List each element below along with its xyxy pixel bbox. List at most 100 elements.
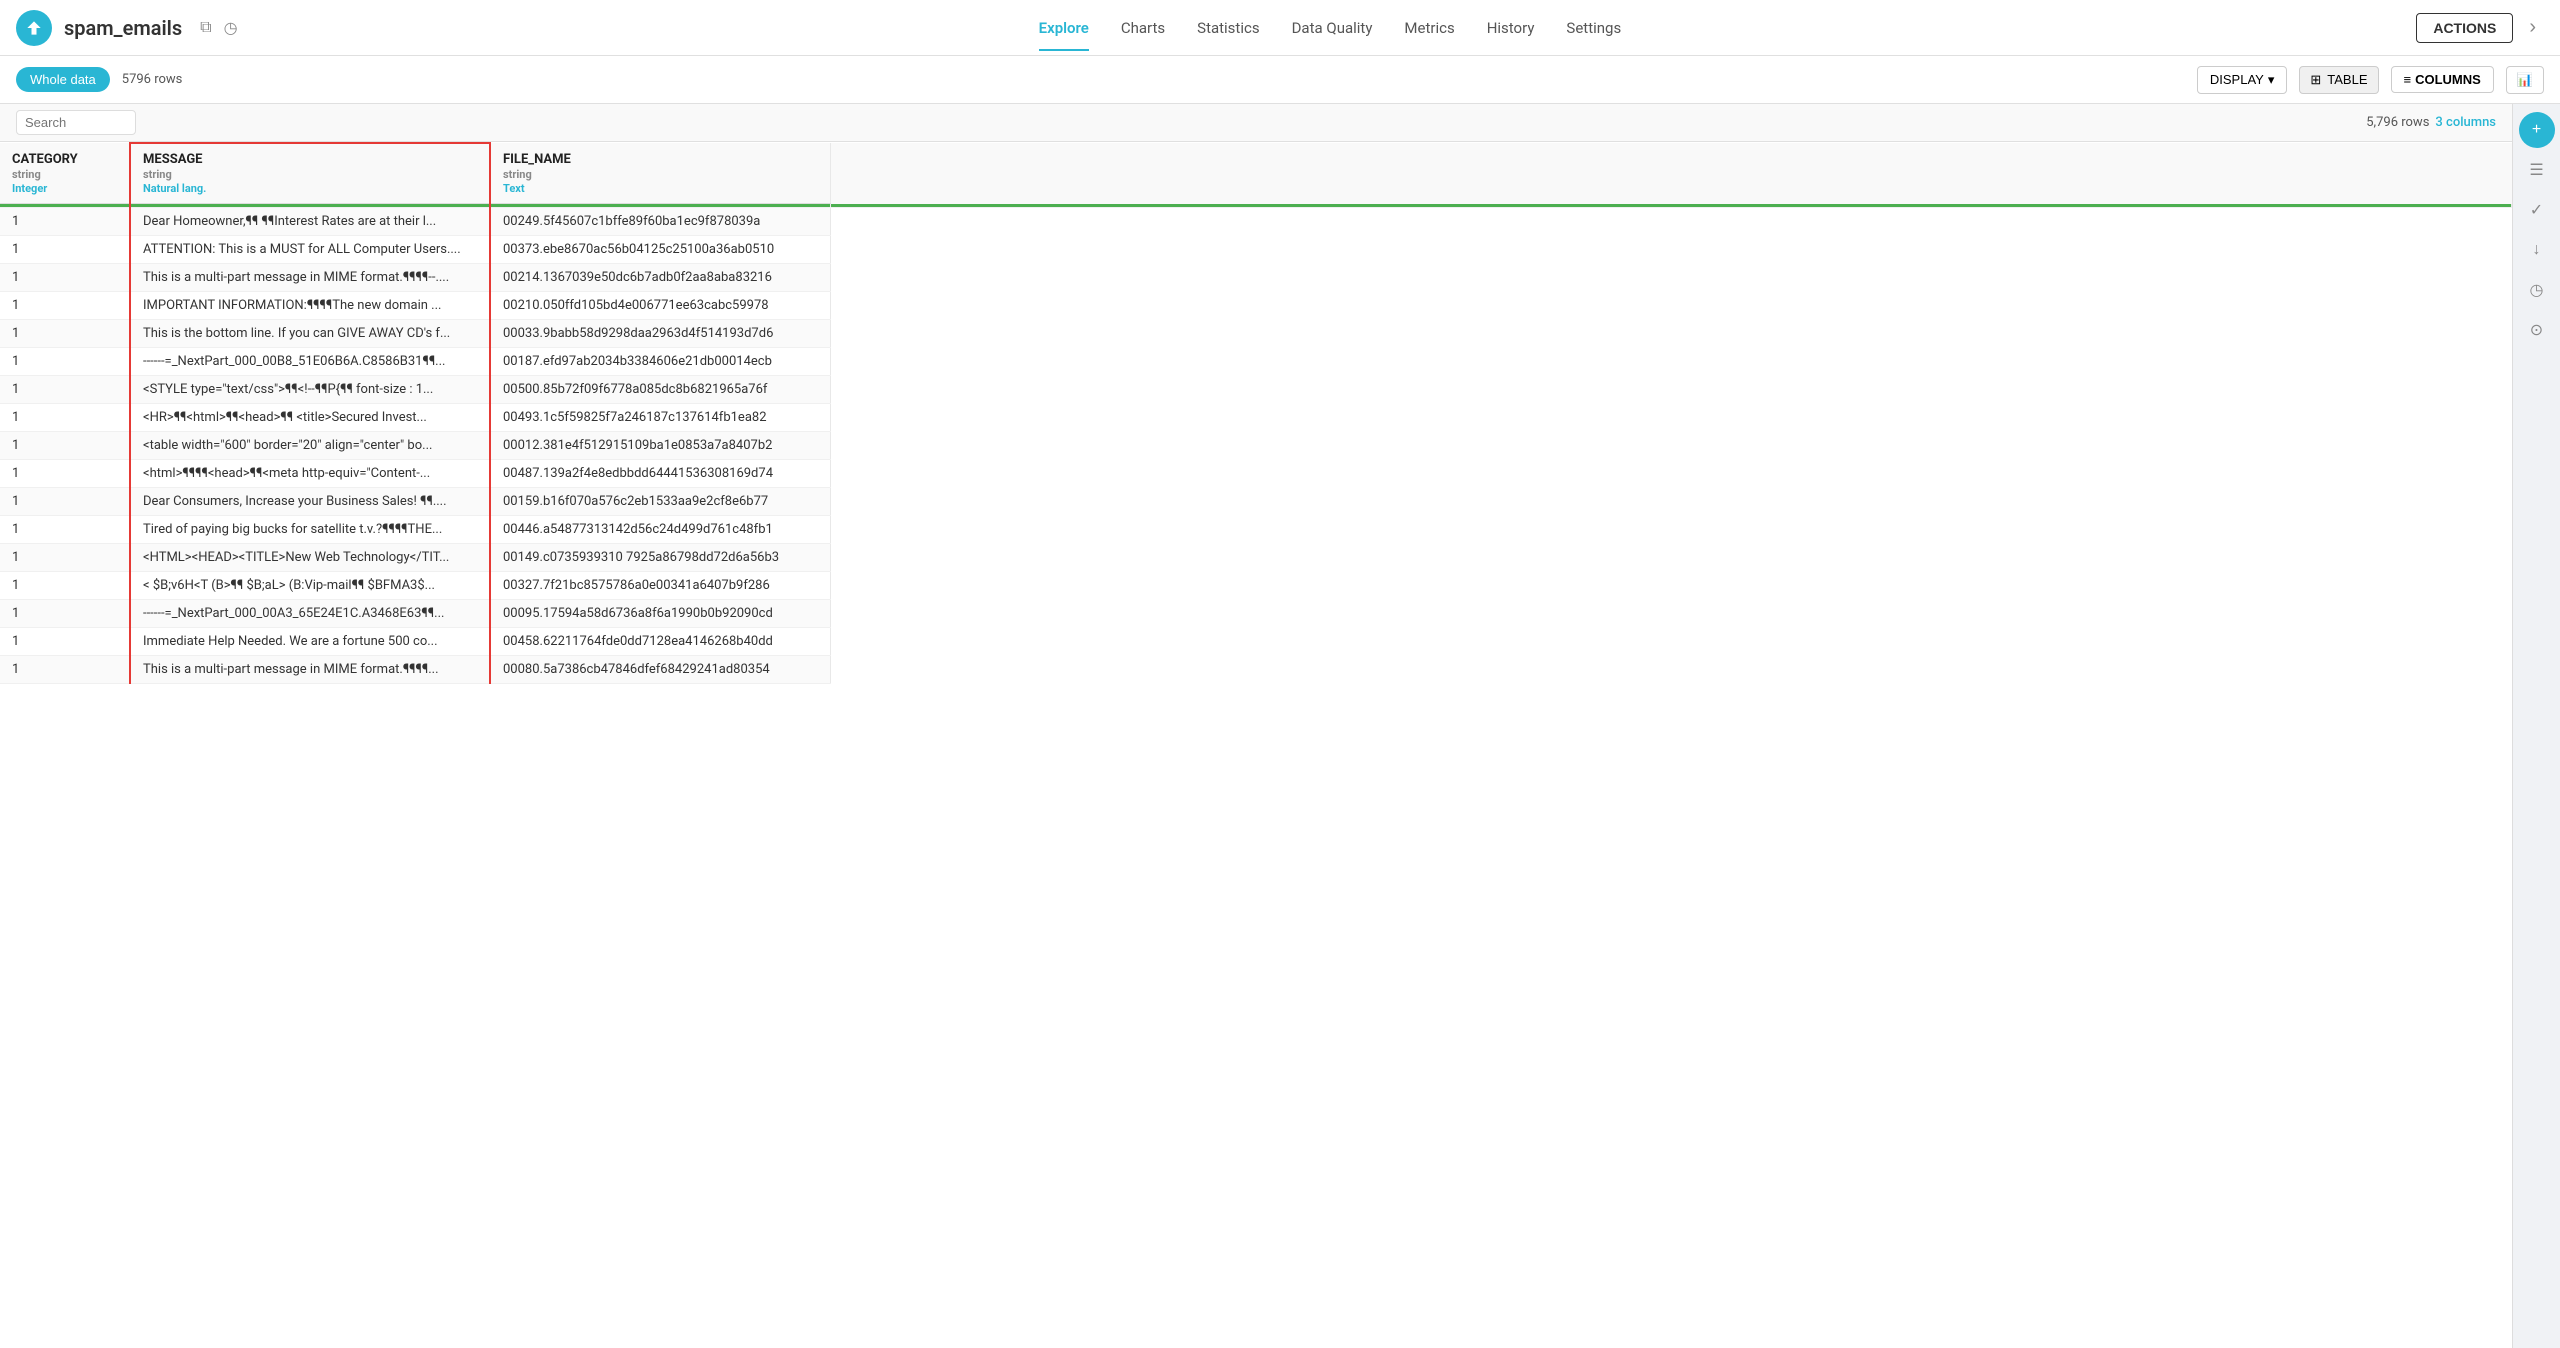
actions-button[interactable]: ACTIONS — [2416, 13, 2513, 43]
tab-data-quality[interactable]: Data Quality — [1292, 15, 1373, 41]
sidebar-list-button[interactable]: ☰ — [2519, 152, 2555, 188]
table-row[interactable]: 1IMPORTANT INFORMATION:¶¶¶¶The new domai… — [0, 292, 2512, 320]
cell-filename: 00095.17594a58d6736a8f6a1990b0b92090cd — [490, 600, 830, 628]
cell-empty — [830, 544, 2512, 572]
col-header-message[interactable]: MESSAGE string Natural lang. — [130, 143, 490, 204]
cell-category: 1 — [0, 264, 130, 292]
logo-button[interactable] — [16, 10, 52, 46]
sidebar-download-button[interactable]: ↓ — [2519, 232, 2555, 268]
cell-category: 1 — [0, 600, 130, 628]
cell-filename: 00487.139a2f4e8edbbdd64441536308169d74 — [490, 460, 830, 488]
cell-empty — [830, 208, 2512, 236]
chart-button[interactable]: 📊 — [2506, 66, 2544, 94]
cell-message: Dear Homeowner,¶¶ ¶¶Interest Rates are a… — [130, 208, 490, 236]
cell-category: 1 — [0, 404, 130, 432]
col-tag-message: Natural lang. — [143, 182, 477, 195]
table-row[interactable]: 1Immediate Help Needed. We are a fortune… — [0, 628, 2512, 656]
tab-history[interactable]: History — [1487, 15, 1535, 41]
row-count: 5796 rows — [122, 72, 183, 87]
cell-empty — [830, 516, 2512, 544]
tab-explore[interactable]: Explore — [1039, 15, 1089, 41]
cell-filename: 00458.62211764fde0dd7128ea4146268b40dd — [490, 628, 830, 656]
cell-empty — [830, 320, 2512, 348]
cell-empty — [830, 348, 2512, 376]
table-row[interactable]: 1<HTML><HEAD><TITLE>New Web Technology</… — [0, 544, 2512, 572]
cell-category: 1 — [0, 516, 130, 544]
display-button[interactable]: DISPLAY ▾ — [2197, 66, 2287, 94]
table-header-row: CATEGORY string Integer MESSAGE string N… — [0, 143, 2512, 204]
cell-message: This is a multi-part message in MIME for… — [130, 656, 490, 684]
data-table: CATEGORY string Integer MESSAGE string N… — [0, 142, 2512, 684]
copy-button[interactable]: ⧉ — [194, 15, 217, 41]
cell-message: <html>¶¶¶¶<head>¶¶<meta http-equiv="Cont… — [130, 460, 490, 488]
cell-category: 1 — [0, 656, 130, 684]
cell-message: IMPORTANT INFORMATION:¶¶¶¶The new domain… — [130, 292, 490, 320]
tab-charts[interactable]: Charts — [1121, 15, 1165, 41]
search-input[interactable] — [16, 110, 136, 135]
cell-empty — [830, 432, 2512, 460]
cell-category: 1 — [0, 488, 130, 516]
table-row[interactable]: 1This is a multi-part message in MIME fo… — [0, 656, 2512, 684]
columns-label: COLUMNS — [2415, 72, 2481, 87]
cell-message: Immediate Help Needed. We are a fortune … — [130, 628, 490, 656]
cell-category: 1 — [0, 628, 130, 656]
tab-metrics[interactable]: Metrics — [1404, 15, 1454, 41]
table-row[interactable]: 1------=_NextPart_000_00A3_65E24E1C.A346… — [0, 600, 2512, 628]
table-row[interactable]: 1This is a multi-part message in MIME fo… — [0, 264, 2512, 292]
col-type-category: string — [12, 168, 117, 181]
cell-message: <HTML><HEAD><TITLE>New Web Technology</T… — [130, 544, 490, 572]
whole-data-button[interactable]: Whole data — [16, 67, 110, 92]
col-header-filename[interactable]: FILE_NAME string Text — [490, 143, 830, 204]
cell-category: 1 — [0, 320, 130, 348]
table-body: 1Dear Homeowner,¶¶ ¶¶Interest Rates are … — [0, 204, 2512, 684]
cell-category: 1 — [0, 208, 130, 236]
table-row[interactable]: 1This is the bottom line. If you can GIV… — [0, 320, 2512, 348]
cell-message: This is the bottom line. If you can GIVE… — [130, 320, 490, 348]
back-button[interactable]: › — [2521, 12, 2544, 43]
cell-empty — [830, 404, 2512, 432]
table-row[interactable]: 1<STYLE type="text/css">¶¶<!--¶¶P{¶¶ fon… — [0, 376, 2512, 404]
sidebar-check-button[interactable]: ✓ — [2519, 192, 2555, 228]
cell-filename: 00446.a54877313142d56c24d499d761c48fb1 — [490, 516, 830, 544]
sidebar-settings-button[interactable]: ⊙ — [2519, 312, 2555, 348]
table-row[interactable]: 1Dear Homeowner,¶¶ ¶¶Interest Rates are … — [0, 208, 2512, 236]
table-view-button[interactable]: ⊞ TABLE — [2299, 66, 2378, 94]
sidebar-clock-button[interactable]: ◷ — [2519, 272, 2555, 308]
cell-empty — [830, 460, 2512, 488]
table-row[interactable]: 1<html>¶¶¶¶<head>¶¶<meta http-equiv="Con… — [0, 460, 2512, 488]
cell-filename: 00012.381e4f512915109ba1e0853a7a8407b2 — [490, 432, 830, 460]
table-row[interactable]: 1<table width="600" border="20" align="c… — [0, 432, 2512, 460]
tab-statistics[interactable]: Statistics — [1197, 15, 1259, 41]
cell-category: 1 — [0, 376, 130, 404]
cell-filename: 00149.c0735939310 7925a86798dd72d6a56b3 — [490, 544, 830, 572]
tab-settings[interactable]: Settings — [1566, 15, 1621, 41]
sidebar-add-button[interactable]: + — [2519, 112, 2555, 148]
cell-category: 1 — [0, 572, 130, 600]
columns-button[interactable]: ≡ COLUMNS — [2391, 66, 2494, 93]
cell-filename: 00327.7f21bc8575786a0e00341a6407b9f286 — [490, 572, 830, 600]
table-row[interactable]: 1------=_NextPart_000_00B8_51E06B6A.C858… — [0, 348, 2512, 376]
table-grid-icon: ⊞ — [2310, 72, 2321, 88]
table-row[interactable]: 1<HR>¶¶<html>¶¶<head>¶¶ <title>Secured I… — [0, 404, 2512, 432]
history-button[interactable]: ◷ — [218, 14, 244, 42]
table-container[interactable]: 5,796 rows 3 columns CATEGORY string Int… — [0, 104, 2512, 1348]
table-label: TABLE — [2327, 72, 2367, 87]
col-tag-filename: Text — [503, 182, 818, 195]
cell-filename: 00187.efd97ab2034b3384606e21db00014ecb — [490, 348, 830, 376]
cell-category: 1 — [0, 432, 130, 460]
table-row[interactable]: 1ATTENTION: This is a MUST for ALL Compu… — [0, 236, 2512, 264]
col-header-category[interactable]: CATEGORY string Integer — [0, 143, 130, 204]
cell-filename: 00210.050ffd105bd4e006771ee63cabc59978 — [490, 292, 830, 320]
table-row[interactable]: 1Dear Consumers, Increase your Business … — [0, 488, 2512, 516]
cell-filename: 00249.5f45607c1bffe89f60ba1ec9f878039a — [490, 208, 830, 236]
cell-message: Tired of paying big bucks for satellite … — [130, 516, 490, 544]
cell-message: <STYLE type="text/css">¶¶<!--¶¶P{¶¶ font… — [130, 376, 490, 404]
cell-message: Dear Consumers, Increase your Business S… — [130, 488, 490, 516]
table-row[interactable]: 1< $B;v6H<T (B>¶¶ $B;aL> (B:Vip-mail¶¶ $… — [0, 572, 2512, 600]
cell-category: 1 — [0, 236, 130, 264]
cell-message: <HR>¶¶<html>¶¶<head>¶¶ <title>Secured In… — [130, 404, 490, 432]
display-label: DISPLAY — [2210, 72, 2264, 87]
table-row[interactable]: 1Tired of paying big bucks for satellite… — [0, 516, 2512, 544]
cell-empty — [830, 600, 2512, 628]
col-name-message: MESSAGE — [143, 152, 477, 167]
